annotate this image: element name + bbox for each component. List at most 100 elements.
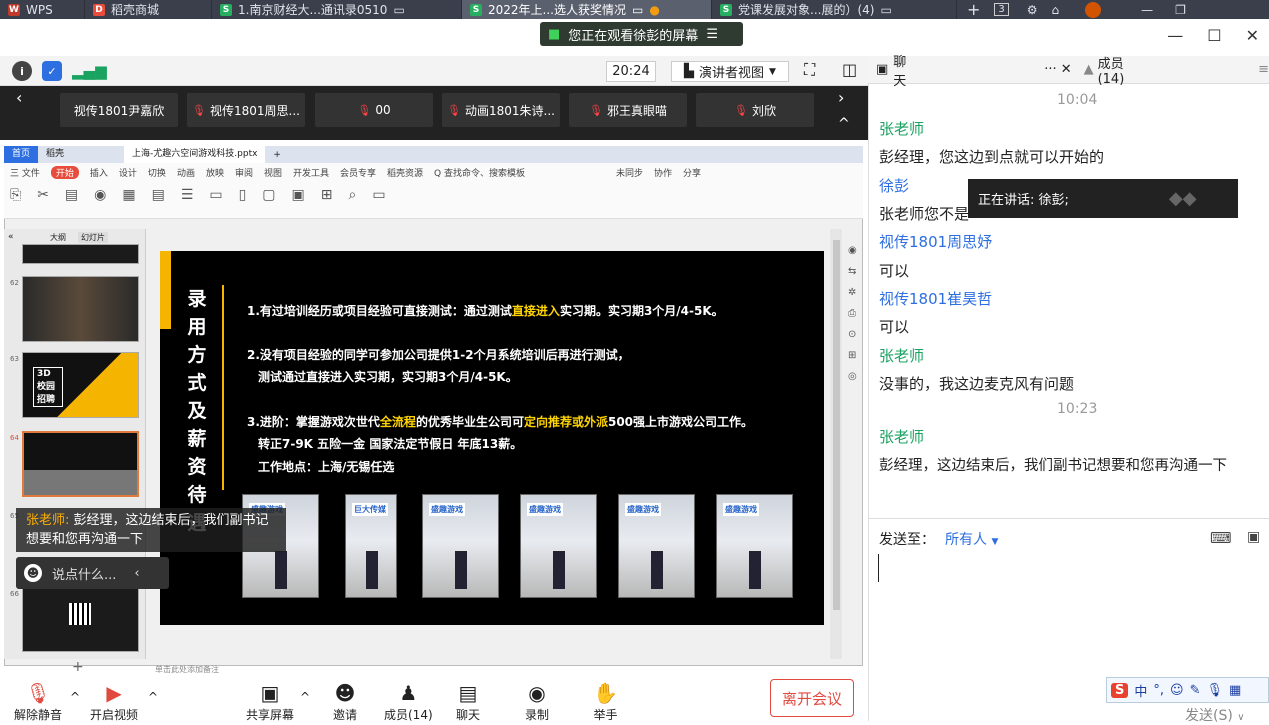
emoji-icon[interactable]: ☺ (1170, 683, 1184, 698)
chat-button[interactable]: ▤ 聊天 (456, 682, 480, 723)
mic-icon[interactable]: 🎙 (1207, 683, 1224, 698)
tab-members[interactable]: 成员(14) (1098, 53, 1141, 87)
slide-line-5: 转正7-9K 五险一金 国家法定节假日 年底13薪。 (258, 437, 523, 451)
slide-thumbnail[interactable] (22, 244, 139, 264)
outline-tab[interactable]: 大纲 (50, 232, 66, 243)
punct-icon[interactable]: °, (1153, 683, 1164, 698)
wps-file-tab[interactable]: 上海-尤趣六空间游戏科技.pptx (124, 146, 266, 163)
participant-tile[interactable]: 🎙 动画1801朱诗... (442, 93, 560, 127)
menu-icon[interactable]: ☰ (706, 27, 718, 42)
participant-tile[interactable]: 🎙 00 (315, 93, 433, 127)
participant-tile[interactable]: 🎙 刘欣 (696, 93, 814, 127)
wps-right-tools[interactable]: ◉ ⇆ ✲ ⎙ ⊙ ⊞ ◎ (848, 240, 857, 387)
close-chat-icon[interactable]: ✕ (1061, 62, 1072, 77)
mic-muted-icon: 🎙 (25, 681, 51, 705)
tab-chat[interactable]: 聊天 (893, 51, 914, 89)
recipient-dropdown[interactable]: 所有人 ▼ (945, 529, 998, 549)
wps-share-button[interactable]: 分享 (683, 166, 701, 179)
strip-next-icon[interactable]: › (838, 88, 844, 107)
wps-sync-status[interactable]: 未同步 (616, 166, 643, 179)
emoji-icon[interactable]: ☻ (24, 564, 42, 582)
wps-search-input[interactable]: Q 查找命令、搜索模板 (434, 166, 525, 179)
start-video-button[interactable]: ▶ 开启视频 (90, 682, 138, 723)
screenshot-icon[interactable]: ▣ (1247, 529, 1260, 545)
chevron-up-icon[interactable]: ^ (70, 690, 80, 704)
notes-placeholder[interactable]: 单击此处添加备注 (155, 664, 219, 675)
raise-hand-button[interactable]: ✋ 举手 (593, 682, 618, 723)
slide-thumbnail[interactable] (22, 588, 139, 652)
taskbar-tab-docer[interactable]: D 稻壳商城 (85, 0, 212, 19)
folder-icon[interactable]: ⌨ (1210, 529, 1232, 547)
close-icon[interactable]: ✕ (1246, 26, 1259, 45)
more-icon[interactable]: ··· (1044, 62, 1056, 77)
participant-tile[interactable]: 视传1801尹嘉欣 (60, 93, 178, 127)
add-slide-icon[interactable]: + (72, 659, 84, 675)
leave-meeting-button[interactable]: 离开会议 (770, 679, 854, 717)
skin-icon[interactable]: ⌂ (1052, 3, 1060, 17)
grid-icon[interactable]: ▦ (1229, 683, 1241, 698)
minimize-icon[interactable]: — (1141, 3, 1153, 17)
new-tab-icon[interactable]: + (967, 0, 980, 19)
chevron-left-icon[interactable]: ‹ (134, 566, 139, 581)
wps-menu-item[interactable]: 审阅 (235, 166, 253, 179)
wps-menu-item[interactable]: 插入 (90, 166, 108, 179)
tab-count-badge[interactable]: 3 (994, 3, 1009, 16)
wps-home-tab[interactable]: 首页 (4, 146, 39, 163)
ribbon-tool-icons[interactable]: ⎘✂▤◉▦▤☰▭▯▢▣⊞⌕▭ (10, 187, 402, 203)
wps-menu-item[interactable]: 设计 (119, 166, 137, 179)
speaker-view-dropdown[interactable]: ▙ 演讲者视图 ▼ (671, 61, 789, 82)
taskbar-tab-awards[interactable]: S 2022年上...选人获奖情况 ▭ ● (462, 0, 712, 19)
fullscreen-icon[interactable]: ⛶ (804, 60, 815, 80)
slide-thumbnail[interactable] (22, 276, 139, 342)
scroll-thumb[interactable] (833, 240, 840, 610)
sidebar-toggle-icon[interactable]: ◫ (842, 60, 857, 79)
record-button[interactable]: ◉ 录制 (525, 682, 549, 723)
wps-menu-item[interactable]: 放映 (206, 166, 224, 179)
chevron-up-icon[interactable]: ^ (148, 690, 158, 704)
slides-tab[interactable]: 幻灯片 (78, 232, 108, 243)
unmute-button[interactable]: 🎙 解除静音 (14, 682, 62, 723)
strip-prev-icon[interactable]: ‹ (16, 88, 22, 107)
taskbar-tab-party[interactable]: S 党课发展对象...展的）(4) ▭ (712, 0, 957, 19)
chevron-up-icon[interactable]: ^ (300, 690, 310, 704)
pen-icon[interactable]: ✎ (1190, 683, 1201, 698)
slide-thumbnail-active[interactable] (22, 431, 139, 497)
ime-mode[interactable]: 中 (1134, 681, 1147, 700)
wps-menu-item[interactable]: 开始 (50, 165, 79, 179)
invite-button[interactable]: ☻ 邀请 (333, 682, 357, 723)
wps-docer-tab[interactable]: 稻壳 (38, 146, 84, 163)
taskbar-tab-wps[interactable]: W WPS (0, 0, 85, 19)
share-screen-button[interactable]: ▣ 共享屏幕 (246, 682, 294, 723)
quick-chat-bar[interactable]: ☻ 说点什么... ‹ (16, 557, 169, 589)
info-icon[interactable]: i (12, 61, 32, 81)
taskbar-tab-contacts[interactable]: S 1.南京财经大...通讯录0510 ▭ (212, 0, 462, 19)
slide-thumbnail[interactable]: 3D 校园 招聘 (22, 352, 139, 418)
panel-collapse-icon[interactable]: « (8, 232, 14, 242)
wps-menu-item[interactable]: 开发工具 (293, 166, 329, 179)
menu-icon[interactable]: ≡ (1258, 62, 1269, 77)
present-icon: ▭ (631, 2, 644, 17)
wps-menu-item[interactable]: 三 文件 (10, 166, 40, 179)
shield-icon[interactable]: ✓ (42, 61, 62, 81)
participant-tile[interactable]: 🎙 视传1801周思... (187, 93, 305, 127)
chat-input[interactable] (876, 550, 1264, 670)
minimize-icon[interactable]: — (1167, 26, 1183, 45)
wps-menu-item[interactable]: 视图 (264, 166, 282, 179)
restore-icon[interactable]: ❐ (1175, 3, 1186, 17)
avatar[interactable] (1085, 1, 1102, 18)
wps-menu-item[interactable]: 切换 (148, 166, 166, 179)
members-button[interactable]: ♟ 成员(14) (384, 682, 433, 723)
wps-menu-item[interactable]: 动画 (177, 166, 195, 179)
collapse-icon[interactable]: ^ (838, 116, 850, 132)
ime-toolbar[interactable]: S 中 °, ☺ ✎ 🎙 ▦ (1106, 677, 1269, 703)
chat-sender: 张老师 (879, 347, 925, 365)
maximize-icon[interactable]: ☐ (1207, 26, 1221, 45)
wps-collab-button[interactable]: 协作 (654, 166, 672, 179)
participant-tile[interactable]: 🎙 邪王真眼喵 (569, 93, 687, 127)
wps-new-tab-icon[interactable]: + (273, 150, 281, 160)
send-button[interactable]: 发送(S) ∨ (1185, 705, 1245, 725)
wps-menu-item[interactable]: 会员专享 (340, 166, 376, 179)
quick-chat-input[interactable]: 说点什么... (52, 564, 116, 583)
settings-icon[interactable]: ⚙ (1027, 3, 1038, 17)
wps-menu-item[interactable]: 稻壳资源 (387, 166, 423, 179)
